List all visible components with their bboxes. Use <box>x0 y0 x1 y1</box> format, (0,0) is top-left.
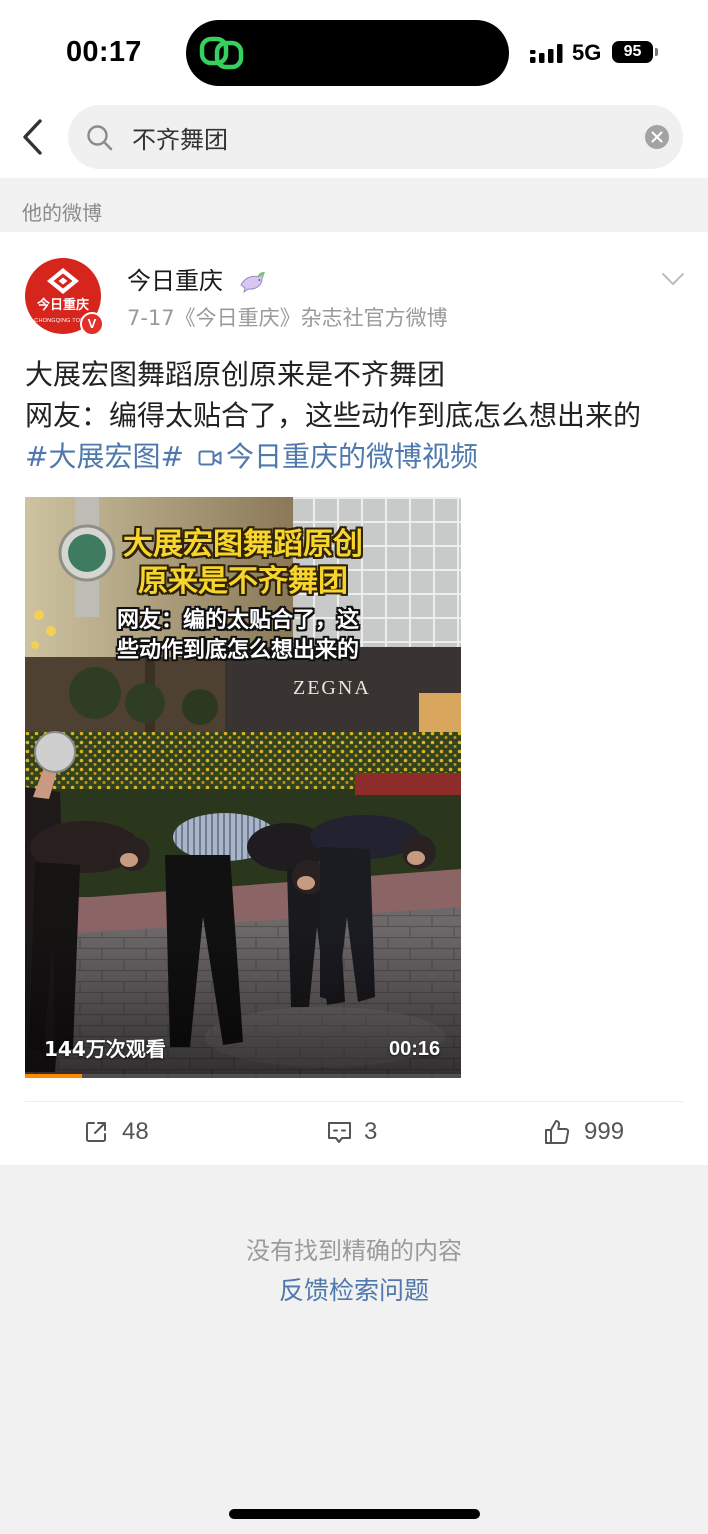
empty-state-message: 没有找到精确的内容 <box>246 1237 462 1265</box>
link-rings-icon <box>199 36 244 70</box>
share-icon <box>86 1122 106 1142</box>
post-text-line: 网友：编得太贴合了，这些动作到底怎么想出来的 <box>25 399 642 432</box>
home-indicator <box>229 1509 480 1519</box>
chevron-left-icon <box>23 119 42 155</box>
feedback-link[interactable]: 反馈检索问题 <box>0 1276 708 1306</box>
post-text-line: 大展宏图舞蹈原创原来是不齐舞团 <box>25 358 446 391</box>
clear-search-button[interactable] <box>645 125 669 149</box>
repost-count: 48 <box>122 1118 149 1145</box>
battery-nub <box>655 48 658 56</box>
more-options-button[interactable] <box>661 271 685 287</box>
author-name[interactable]: 今日重庆 <box>127 267 223 295</box>
verified-badge: V <box>80 312 104 336</box>
like-button[interactable]: 999 <box>543 1117 624 1147</box>
dynamic-island <box>186 20 509 86</box>
video-store-sign: ZEGNA <box>293 677 371 699</box>
dove-badge-icon <box>240 271 266 294</box>
video-caption-subtitle: 网友：编的太贴合了，这 些动作到底怎么想出来的 <box>117 606 377 666</box>
search-input[interactable] <box>132 105 632 169</box>
repost-button[interactable]: 48 <box>84 1117 149 1147</box>
video-caption-subtitle-line: 网友：编的太贴合了，这 <box>117 608 360 633</box>
search-icon <box>87 125 113 151</box>
video-progress-track <box>25 1074 461 1078</box>
battery-level: 95 <box>612 41 653 63</box>
thumbs-up-icon <box>545 1120 570 1144</box>
chevron-down-icon <box>662 273 684 285</box>
video-duration: 00:16 <box>389 1038 441 1060</box>
post-links-line: #大展宏图# 今日重庆的微博视频 <box>25 436 695 477</box>
network-type: 5G <box>572 40 602 65</box>
video-camera-icon <box>198 450 222 466</box>
clear-icon <box>651 131 663 143</box>
post-text: 大展宏图舞蹈原创原来是不齐舞团 网友：编得太贴合了，这些动作到底怎么想出来的 #… <box>25 354 695 477</box>
section-title: 他的微博 <box>22 201 102 225</box>
video-progress-fill <box>25 1074 82 1078</box>
video-caption-title: 大展宏图舞蹈原创 原来是不齐舞团 <box>25 526 461 600</box>
video-caption-title-line: 大展宏图舞蹈原创 <box>123 527 363 562</box>
like-count: 999 <box>584 1118 625 1145</box>
divider <box>25 1101 683 1102</box>
status-time: 00:17 <box>66 36 142 68</box>
section-header: 他的微博 <box>0 178 708 232</box>
comment-button[interactable]: 3 <box>327 1117 377 1147</box>
post-meta: 7-17《今日重庆》杂志社官方微博 <box>127 306 448 330</box>
comment-icon <box>328 1121 351 1143</box>
empty-state: 没有找到精确的内容 反馈检索问题 <box>0 1165 708 1534</box>
cellular-signal-icon <box>530 44 563 63</box>
video-link[interactable]: 今日重庆的微博视频 <box>198 440 478 473</box>
post-card[interactable]: 今日重庆 CHONGQING TODAY V 今日重庆 7-17《今日重庆》杂志… <box>0 232 708 1165</box>
video-caption-title-line: 原来是不齐舞团 <box>138 564 348 599</box>
comment-count: 3 <box>364 1118 378 1145</box>
video-thumbnail[interactable]: ZEGNA 大展宏图舞蹈原创 原来是不齐舞团 网友：编的太贴合了，这 些动作到底… <box>25 497 461 1078</box>
hashtag-link[interactable]: #大展宏图# <box>25 440 184 473</box>
video-caption-subtitle-line: 些动作到底怎么想出来的 <box>117 638 360 663</box>
search-bar[interactable] <box>68 105 683 169</box>
video-view-count: 144万次观看 <box>44 1037 166 1061</box>
avatar-logo-mark <box>47 268 79 294</box>
back-button[interactable] <box>20 118 48 156</box>
video-link-label: 今日重庆的微博视频 <box>225 440 478 473</box>
